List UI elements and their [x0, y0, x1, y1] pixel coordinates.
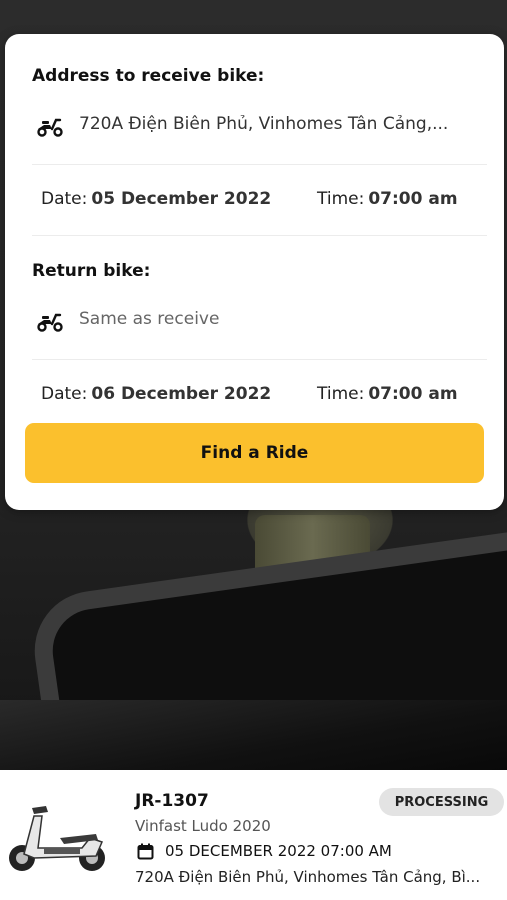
find-a-ride-button[interactable]: Find a Ride [25, 423, 484, 483]
divider [32, 235, 487, 236]
scooter-thumbnail [9, 806, 105, 871]
order-card[interactable]: JR-1307 PROCESSING Vinfast Ludo 2020 05 … [0, 770, 507, 900]
receive-time-value: 07:00 am [368, 189, 458, 209]
return-time[interactable]: Time: 07:00 am [317, 384, 458, 404]
order-id: JR-1307 [135, 791, 209, 811]
receive-date-value: 05 December 2022 [91, 189, 272, 209]
divider [32, 164, 487, 165]
order-address: 720A Điện Biên Phủ, Vinhomes Tân Cảng, B… [135, 868, 481, 886]
scooter-icon [37, 118, 63, 137]
return-date[interactable]: Date: 06 December 2022 [41, 384, 271, 404]
return-date-label: Date: [41, 384, 88, 404]
bike-model: Vinfast Ludo 2020 [135, 817, 271, 835]
booking-card: Address to receive bike: 720A Điện Biên … [5, 34, 504, 510]
receive-date[interactable]: Date: 05 December 2022 [41, 189, 271, 209]
calendar-icon [137, 843, 154, 860]
return-time-label: Time: [317, 384, 365, 404]
divider [32, 359, 487, 360]
receive-time-label: Time: [317, 189, 365, 209]
return-address[interactable]: Same as receive [79, 309, 489, 329]
return-time-value: 07:00 am [368, 384, 458, 404]
background-scooter-body [0, 700, 507, 770]
scooter-icon [37, 313, 63, 332]
receive-time[interactable]: Time: 07:00 am [317, 189, 458, 209]
receive-section-title: Address to receive bike: [32, 66, 265, 86]
status-badge: PROCESSING [379, 788, 504, 816]
return-date-value: 06 December 2022 [91, 384, 272, 404]
receive-date-label: Date: [41, 189, 88, 209]
order-datetime: 05 DECEMBER 2022 07:00 AM [165, 842, 392, 860]
receive-address[interactable]: 720A Điện Biên Phủ, Vinhomes Tân Cảng,..… [79, 114, 489, 134]
return-section-title: Return bike: [32, 261, 151, 281]
